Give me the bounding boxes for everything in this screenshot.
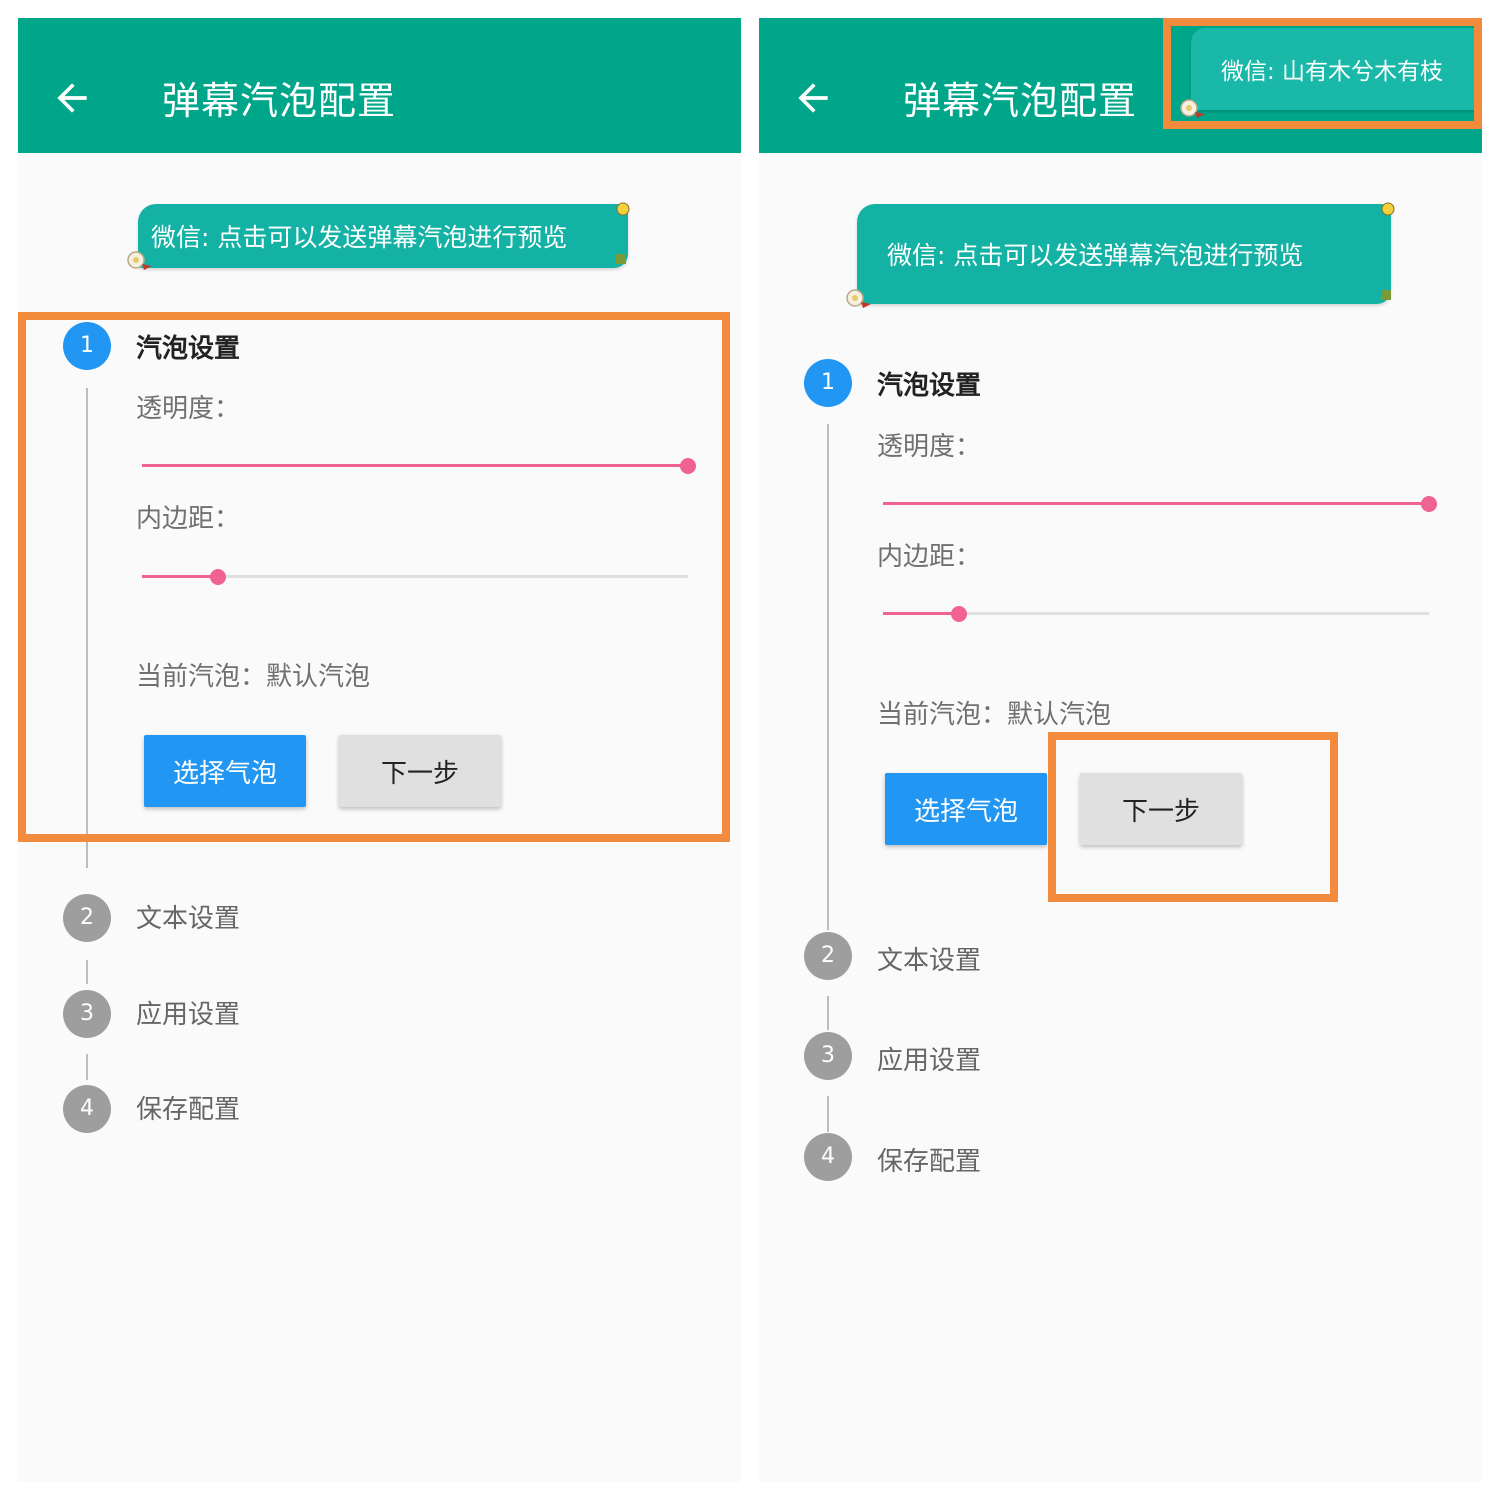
step-connector — [827, 996, 829, 1030]
status-bar — [759, 18, 1482, 28]
select-bubble-button[interactable]: 选择气泡 — [885, 773, 1047, 845]
step-2-label[interactable]: 文本设置 — [877, 940, 981, 977]
status-bar — [18, 18, 741, 28]
back-button[interactable] — [791, 76, 835, 120]
current-bubble: 当前汽泡：默认汽泡 — [136, 656, 370, 693]
current-bubble-value: 默认汽泡 — [1007, 700, 1112, 730]
step-1-label[interactable]: 汽泡设置 — [136, 328, 240, 365]
next-step-button[interactable]: 下一步 — [339, 735, 501, 807]
step-1-label[interactable]: 汽泡设置 — [877, 365, 981, 402]
back-button[interactable] — [50, 76, 94, 120]
opacity-label: 透明度： — [136, 394, 241, 424]
step-2-circle[interactable]: 2 — [804, 932, 852, 980]
preview-bubble[interactable]: 微信: 点击可以发送弹幕汽泡进行预览 — [843, 202, 1395, 310]
step-4-label[interactable]: 保存配置 — [136, 1089, 240, 1126]
arrow-left-icon — [57, 83, 87, 113]
step-connector — [827, 424, 829, 930]
page-title: 弹幕汽泡配置 — [162, 79, 397, 123]
step-connector — [86, 388, 88, 868]
padding-label: 内边距： — [877, 542, 982, 572]
step-1-circle[interactable]: 1 — [63, 322, 111, 370]
step-3-label[interactable]: 应用设置 — [877, 1040, 981, 1077]
step-4-circle[interactable]: 4 — [804, 1133, 852, 1181]
opacity-slider[interactable] — [142, 452, 696, 480]
opacity-slider[interactable] — [883, 490, 1437, 518]
current-bubble-value: 默认汽泡 — [266, 662, 371, 692]
step-3-label[interactable]: 应用设置 — [136, 994, 240, 1031]
select-bubble-button[interactable]: 选择气泡 — [144, 735, 306, 807]
padding-slider-thumb[interactable] — [951, 606, 968, 622]
step-connector — [827, 1096, 829, 1132]
arrow-left-icon — [798, 83, 828, 113]
app-bar: 弹幕汽泡配置 微信: 山有木兮木有枝 — [759, 18, 1482, 153]
opacity-label: 透明度： — [877, 432, 982, 462]
opacity-slider-thumb[interactable] — [1421, 496, 1437, 512]
flower-sticker-icon — [1180, 99, 1205, 118]
current-bubble-label: 当前汽泡： — [136, 662, 267, 692]
step-4-circle[interactable]: 4 — [63, 1085, 111, 1133]
star-sticker-icon — [1381, 202, 1395, 216]
current-bubble-label: 当前汽泡： — [877, 700, 1008, 730]
leaf-sticker-icon — [616, 254, 626, 264]
screenshot-right: 弹幕汽泡配置 微信: 山有木兮木有枝 微信: 点击可以发送弹幕汽泡进行预览 1 … — [759, 18, 1482, 1482]
star-sticker-icon — [616, 202, 630, 216]
padding-slider-thumb[interactable] — [210, 569, 227, 585]
flower-sticker-icon — [846, 289, 871, 308]
step-2-label[interactable]: 文本设置 — [136, 898, 240, 935]
step-3-circle[interactable]: 3 — [804, 1032, 852, 1080]
preview-bubble[interactable]: 微信: 点击可以发送弹幕汽泡进行预览 — [124, 202, 634, 274]
opacity-slider-thumb[interactable] — [680, 458, 696, 474]
padding-label: 内边距： — [136, 504, 241, 534]
step-1-circle[interactable]: 1 — [804, 359, 852, 407]
padding-slider[interactable] — [142, 563, 688, 591]
page-title: 弹幕汽泡配置 — [903, 79, 1138, 123]
step-connector — [86, 960, 88, 984]
next-step-button[interactable]: 下一步 — [1080, 773, 1242, 845]
flower-sticker-icon — [127, 251, 152, 270]
current-bubble: 当前汽泡：默认汽泡 — [877, 694, 1111, 731]
padding-slider[interactable] — [883, 600, 1429, 628]
step-3-circle[interactable]: 3 — [63, 990, 111, 1038]
step-connector — [86, 1054, 88, 1080]
preview-bubble-text: 微信: 点击可以发送弹幕汽泡进行预览 — [887, 241, 1304, 270]
screenshot-left: 弹幕汽泡配置 微信: 点击可以发送弹幕汽泡进行预览 1 汽泡设置 透明度： 内边… — [18, 18, 741, 1482]
danmaku-bubble-text: 微信: 山有木兮木有枝 — [1221, 59, 1444, 85]
danmaku-bubble[interactable]: 微信: 山有木兮木有枝 — [1177, 28, 1482, 120]
step-4-label[interactable]: 保存配置 — [877, 1141, 981, 1178]
preview-bubble-text: 微信: 点击可以发送弹幕汽泡进行预览 — [151, 223, 568, 252]
step-2-circle[interactable]: 2 — [63, 894, 111, 942]
app-bar: 弹幕汽泡配置 — [18, 18, 741, 153]
leaf-sticker-icon — [1381, 290, 1391, 300]
